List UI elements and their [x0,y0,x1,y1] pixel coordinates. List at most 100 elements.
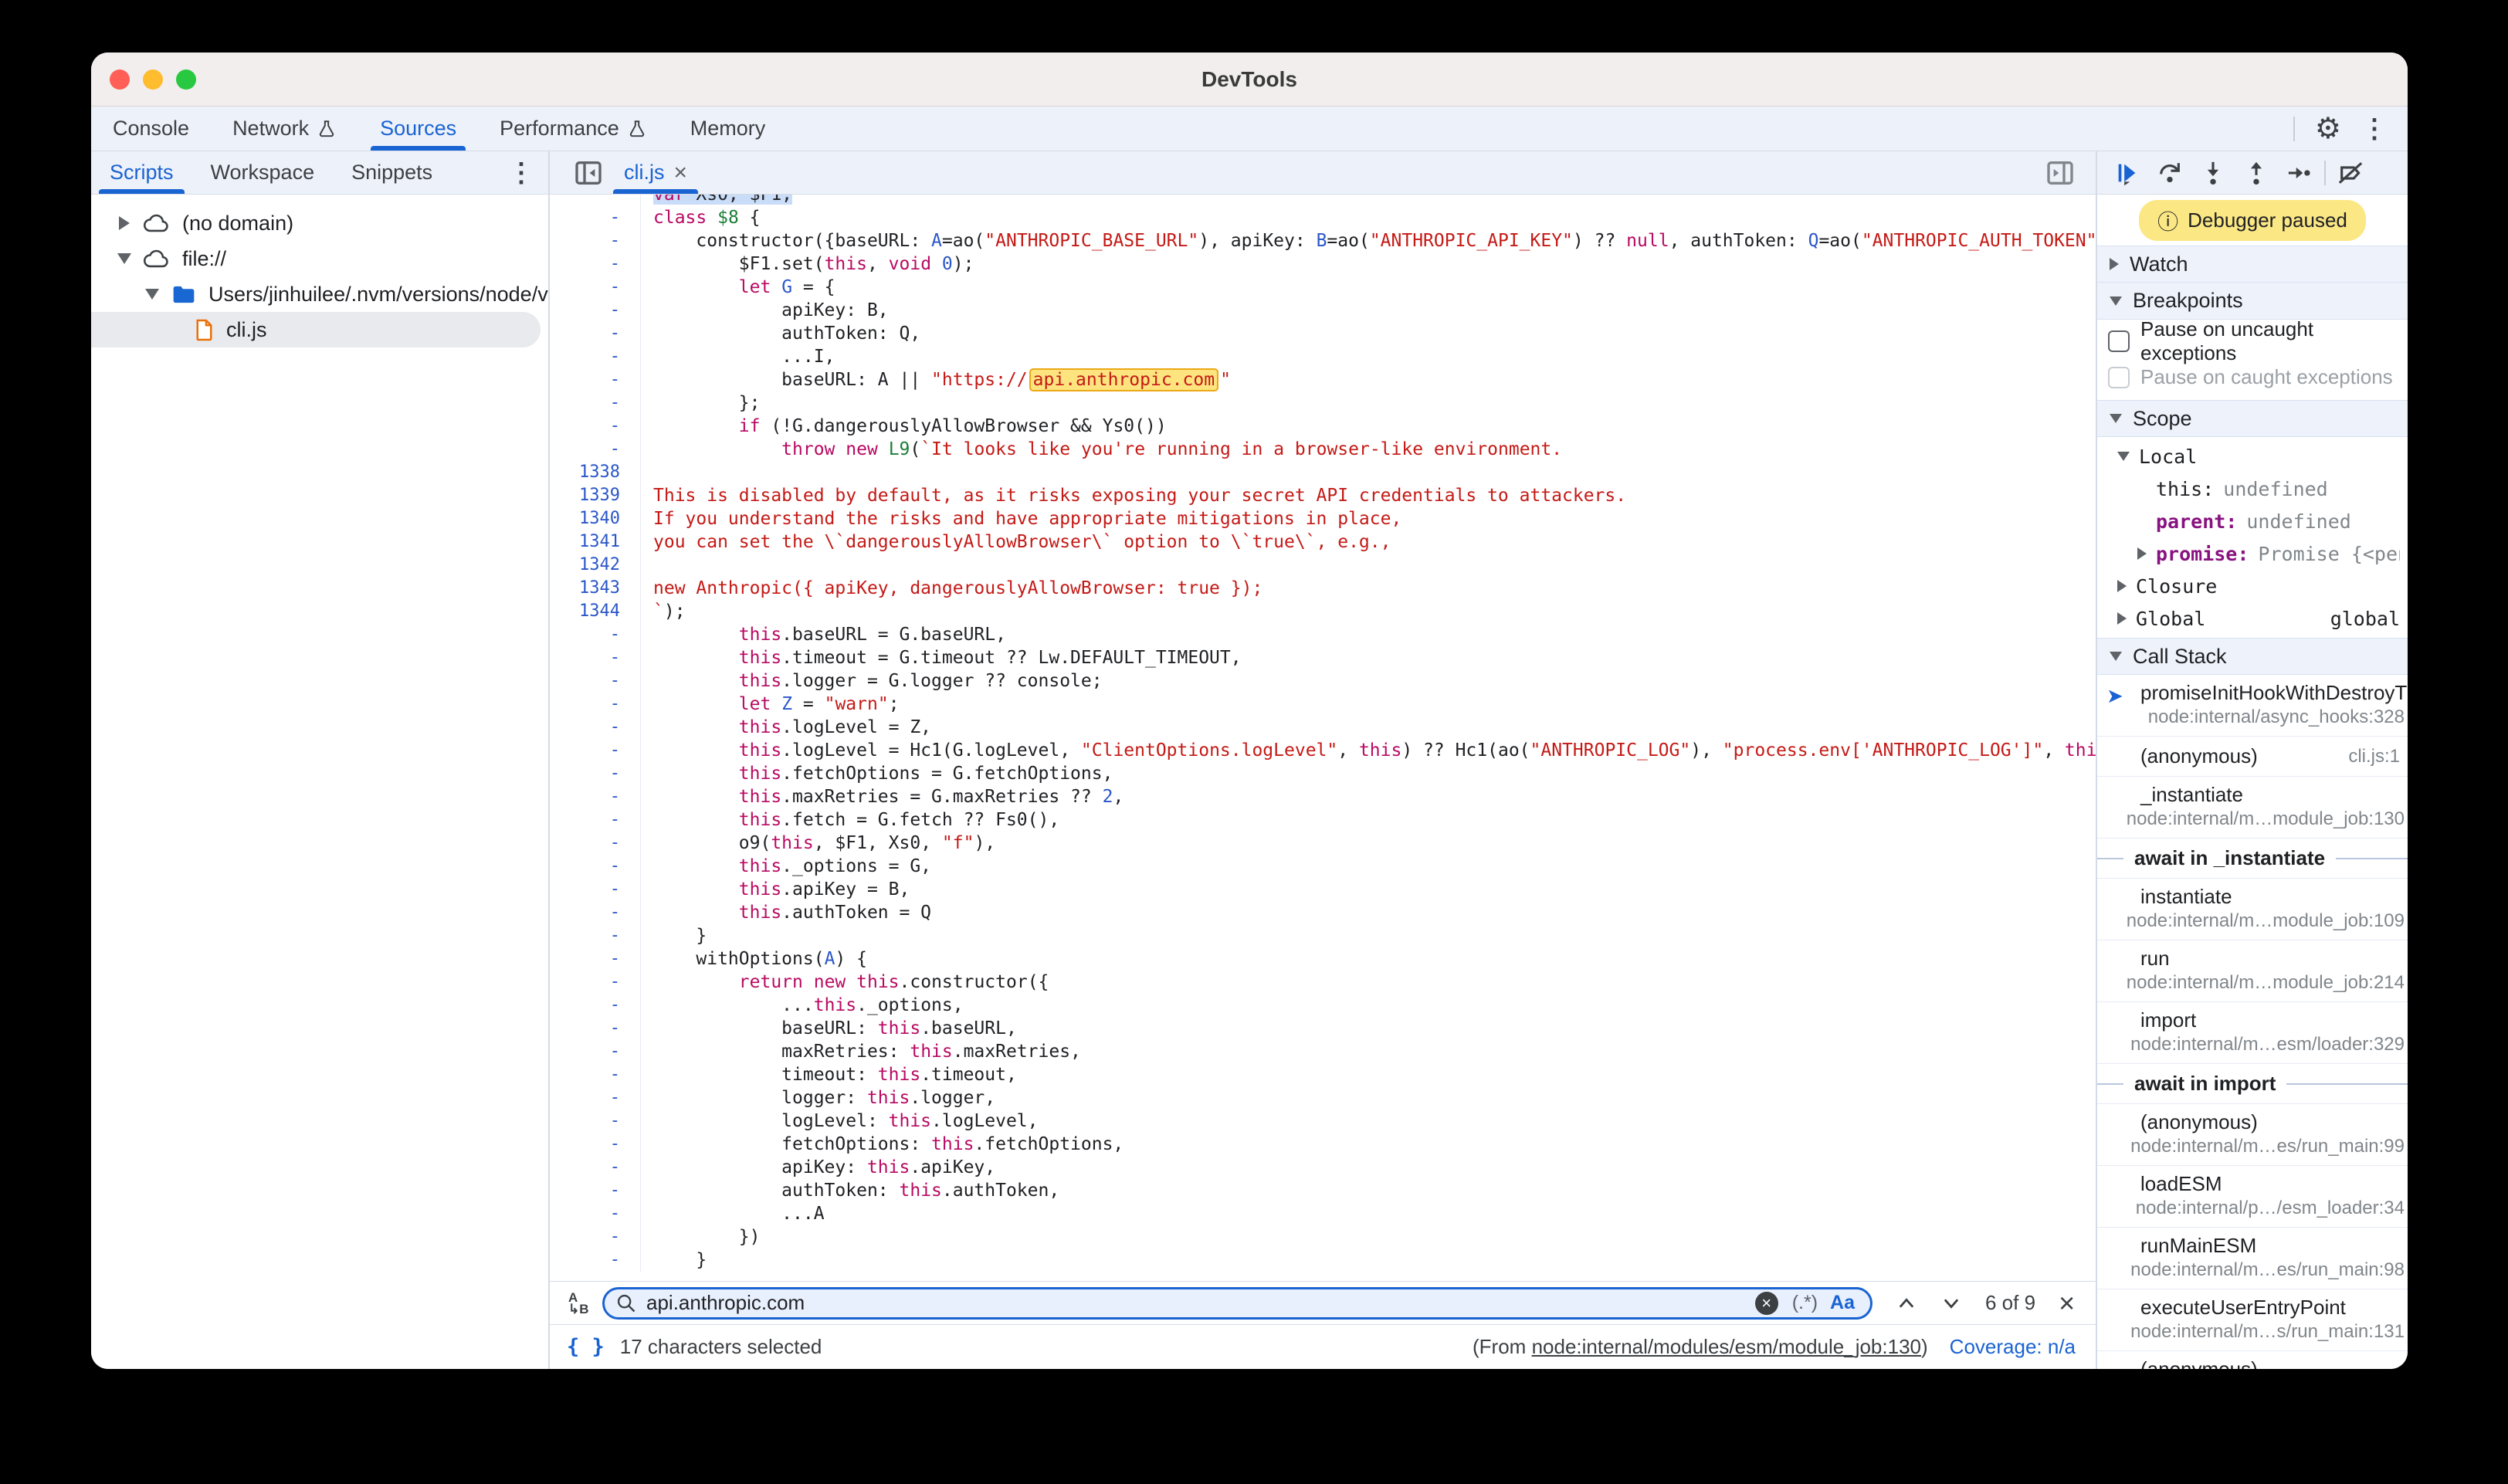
line-gutter[interactable]: 1342 [550,554,641,577]
tab-memory[interactable]: Memory [669,107,788,151]
line-gutter[interactable]: - [550,1110,641,1133]
tab-workspace[interactable]: Workspace [192,151,334,194]
line-gutter[interactable]: 1343 [550,577,641,600]
call-stack-frame[interactable]: (anonymous)node:internal/m…main_module:2 [2097,1351,2408,1369]
search-input[interactable]: api.anthropic.com × (.*) Aa [602,1287,1873,1320]
chevron-down-icon[interactable] [145,289,159,300]
scope-group-local[interactable]: Local [2097,440,2408,473]
call-stack-section-header[interactable]: Call Stack [2097,638,2408,675]
line-gutter[interactable]: - [550,739,641,762]
line-gutter[interactable]: 1341 [550,530,641,554]
tab-network[interactable]: Network [211,107,358,151]
more-options-icon[interactable]: ⋮ [2361,116,2388,142]
line-gutter[interactable]: - [550,901,641,924]
scope-group-closure[interactable]: Closure [2097,570,2408,602]
chevron-down-icon[interactable] [2117,452,2130,461]
line-gutter[interactable]: - [550,623,641,646]
step-over-button[interactable] [2151,154,2188,191]
line-gutter[interactable]: - [550,808,641,832]
line-gutter[interactable]: 1339 [550,484,641,507]
tab-scripts[interactable]: Scripts [91,151,192,194]
line-gutter[interactable]: - [550,391,641,415]
scope-prop-this[interactable]: this:undefined [2097,473,2408,505]
tree-item-file-protocol[interactable]: file:// [91,241,548,276]
line-gutter[interactable]: - [550,1086,641,1110]
line-gutter[interactable]: - [550,252,641,276]
show-debugger-panel-icon[interactable] [2045,151,2076,194]
chevron-down-icon[interactable] [117,253,131,264]
line-gutter[interactable]: - [550,669,641,693]
line-gutter[interactable]: - [550,1179,641,1202]
breakpoints-section-header[interactable]: Breakpoints [2097,283,2408,320]
line-gutter[interactable]: 1338 [550,461,641,484]
scope-group-global[interactable]: Globalglobal [2097,602,2408,635]
close-search-icon[interactable]: × [2059,1289,2075,1317]
line-gutter[interactable]: - [550,276,641,299]
line-gutter[interactable]: - [550,693,641,716]
tab-console[interactable]: Console [91,107,211,151]
call-stack-frame[interactable]: _instantiatenode:internal/m…module_job:1… [2097,777,2408,839]
line-gutter[interactable]: - [550,832,641,855]
tree-item-cli-js[interactable]: cli.js [91,312,541,347]
line-gutter[interactable]: - [550,1249,641,1272]
previous-match-icon[interactable] [1896,1293,1917,1314]
tree-item-no-domain[interactable]: (no domain) [91,205,548,241]
clear-search-icon[interactable]: × [1755,1292,1778,1315]
chevron-right-icon[interactable] [119,216,130,230]
line-gutter[interactable]: - [550,1202,641,1225]
close-window-button[interactable] [110,69,130,90]
tab-performance[interactable]: Performance [478,107,669,151]
tab-sources[interactable]: Sources [358,107,478,151]
line-gutter[interactable]: - [550,1133,641,1156]
line-gutter[interactable]: - [550,994,641,1017]
settings-gear-icon[interactable]: ⚙ [2315,114,2341,144]
line-gutter[interactable]: - [550,878,641,901]
regex-toggle[interactable]: (.*) [1792,1292,1818,1314]
close-tab-icon[interactable]: × [674,160,688,186]
next-match-icon[interactable] [1940,1293,1962,1314]
pretty-print-icon[interactable]: { } [567,1335,605,1359]
tree-item-node-folder[interactable]: Users/jinhuilee/.nvm/versions/node/v2… [91,276,548,312]
call-stack-frame[interactable]: (anonymous)cli.js:1 [2097,737,2408,777]
editor-tab-cli-js[interactable]: cli.js × [608,151,703,194]
minimize-window-button[interactable] [143,69,163,90]
hide-navigator-icon[interactable] [573,151,604,194]
line-gutter[interactable]: 1344 [550,600,641,623]
line-gutter[interactable]: - [550,345,641,368]
line-gutter[interactable]: - [550,438,641,461]
line-gutter[interactable]: - [550,322,641,345]
resume-script-button[interactable] [2108,154,2145,191]
line-gutter[interactable]: - [550,368,641,391]
scope-prop-parent[interactable]: parent:undefined [2097,505,2408,537]
source-link[interactable]: node:internal/modules/esm/module_job:130 [1532,1335,1921,1358]
line-gutter[interactable] [550,195,641,206]
pause-caught-exceptions-row[interactable]: Pause on caught exceptions [2097,359,2408,395]
line-gutter[interactable]: - [550,855,641,878]
call-stack-frame[interactable]: ➤promiseInitHookWithDestroyTr…node:inter… [2097,675,2408,737]
replace-toggle-icon[interactable]: A ↳B [562,1292,602,1315]
line-gutter[interactable]: - [550,785,641,808]
step-out-button[interactable] [2238,154,2275,191]
step-into-button[interactable] [2194,154,2232,191]
chevron-right-icon[interactable] [2137,547,2147,560]
line-gutter[interactable]: - [550,716,641,739]
call-stack-frame[interactable]: loadESMnode:internal/p…/esm_loader:34 [2097,1166,2408,1228]
call-stack-frame[interactable]: executeUserEntryPointnode:internal/m…s/r… [2097,1289,2408,1351]
line-gutter[interactable]: - [550,1156,641,1179]
line-gutter[interactable]: 1340 [550,507,641,530]
call-stack-frame[interactable]: runMainESMnode:internal/m…es/run_main:98 [2097,1228,2408,1289]
call-stack-frame[interactable]: runnode:internal/m…module_job:214 [2097,940,2408,1002]
scope-section-header[interactable]: Scope [2097,400,2408,437]
call-stack-frame[interactable]: (anonymous)node:internal/m…es/run_main:9… [2097,1104,2408,1166]
line-gutter[interactable]: - [550,924,641,947]
navigator-more-options-icon[interactable]: ⋮ [508,160,534,186]
line-gutter[interactable]: - [550,1225,641,1249]
line-gutter[interactable]: - [550,762,641,785]
line-gutter[interactable]: - [550,1040,641,1063]
line-gutter[interactable]: - [550,646,641,669]
line-gutter[interactable]: - [550,1063,641,1086]
step-button[interactable] [2281,154,2318,191]
line-gutter[interactable]: - [550,206,641,229]
line-gutter[interactable]: - [550,229,641,252]
line-gutter[interactable]: - [550,415,641,438]
